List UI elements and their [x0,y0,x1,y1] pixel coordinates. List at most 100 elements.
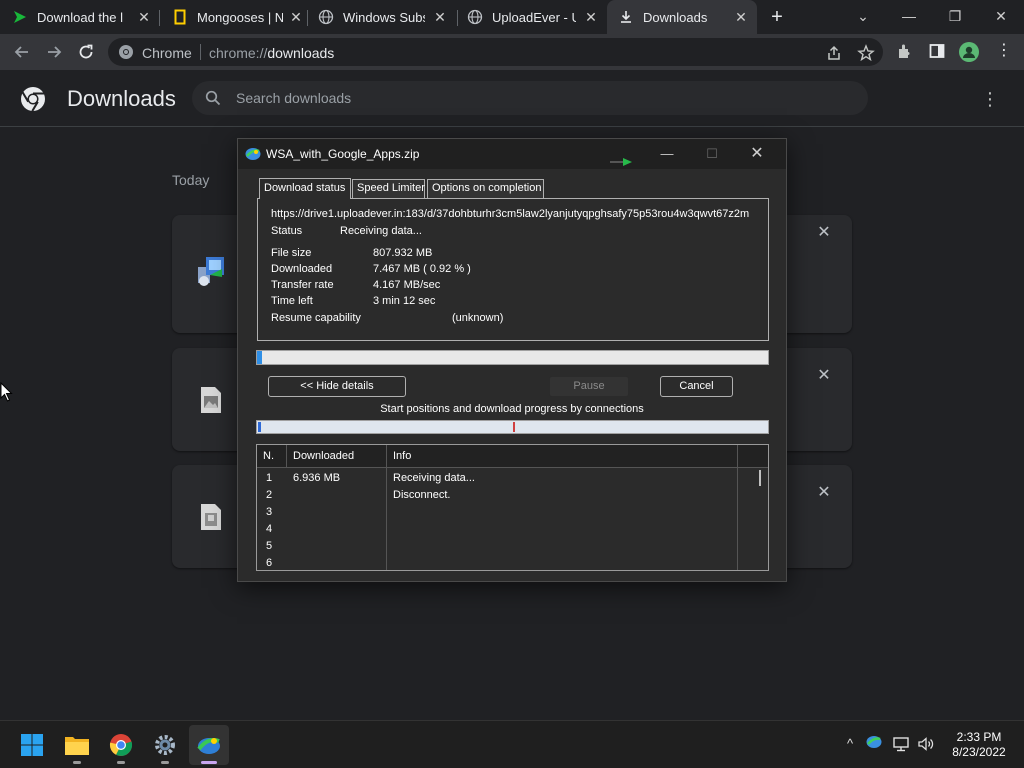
chrome-icon [118,44,134,60]
dialog-titlebar[interactable]: WSA_with_Google_Apps.zip — ☐ ✕ [238,139,786,169]
idm-download-dialog: WSA_with_Google_Apps.zip — ☐ ✕ Download … [237,138,787,582]
back-icon[interactable] [10,40,34,64]
remove-download-icon[interactable]: ✕ [816,225,832,241]
col-header-downloaded[interactable]: Downloaded [293,450,354,462]
taskbar-chrome[interactable] [101,725,141,765]
column-divider [286,445,287,468]
tab-speed-limiter[interactable]: Speed Limiter [352,179,425,198]
tab-download-status[interactable]: Download status [259,178,351,199]
connections-caption: Start positions and download progress by… [380,403,644,415]
download-status-panel: https://drive1.uploadever.in:183/d/37doh… [257,198,769,341]
tab-downloads[interactable]: Downloads ✕ [607,0,757,34]
reload-icon[interactable] [74,40,98,64]
globe-icon [467,9,483,25]
col-header-info[interactable]: Info [393,450,411,462]
profile-avatar[interactable] [959,42,979,62]
search-input[interactable] [236,89,836,107]
tab-separator [307,10,308,26]
table-scrollbar[interactable] [753,468,768,570]
start-button[interactable] [12,725,52,765]
extensions-icon[interactable] [896,42,916,62]
taskbar-idm[interactable] [189,725,229,765]
tab-separator [159,10,160,26]
table-row-number: 6 [266,557,273,569]
connection-1-progress [258,422,261,432]
running-indicator [201,761,217,764]
dialog-title: WSA_with_Google_Apps.zip [266,147,420,161]
tab-uploadever[interactable]: UploadEver - Upload ✕ [467,0,607,34]
table-row-number: 2 [266,489,273,501]
network-icon[interactable] [892,735,910,753]
time-left-value: 3 min 12 sec [373,295,436,307]
more-options-icon[interactable]: ⋮ [980,90,1000,110]
share-icon[interactable] [825,44,843,62]
folder-icon [65,737,89,755]
idm-logo-icon [245,147,261,161]
address-bar[interactable]: Chrome chrome://downloads [108,38,883,66]
tab-title: Downloads [643,9,708,25]
remove-download-icon[interactable]: ✕ [816,485,832,501]
volume-icon[interactable] [917,735,935,753]
archive-file-icon [200,503,222,531]
status-label: Status [271,225,303,237]
tray-overflow-chevron-icon[interactable]: ^ [841,735,859,753]
tab-strip: Download the latest ✕ Mongooses | Nation… [0,0,1024,34]
close-icon[interactable]: ✕ [583,9,599,25]
dialog-minimize-icon[interactable]: — [652,143,682,165]
url-text[interactable]: chrome://downloads [209,45,334,61]
close-icon[interactable]: ✕ [432,9,448,25]
tab-windows-subsystem[interactable]: Windows Subsystem ✕ [318,0,456,34]
running-indicator [73,761,81,764]
column-divider [737,445,738,570]
chrome-icon [109,734,133,756]
tab-title: UploadEver - Upload [492,9,576,25]
windows-logo-icon [21,734,43,756]
taskbar-settings[interactable] [145,725,185,765]
close-icon[interactable]: ✕ [288,9,304,25]
download-url: https://drive1.uploadever.in:183/d/37doh… [271,208,750,220]
dialog-maximize-icon: ☐ [706,146,718,161]
column-divider [386,445,387,570]
file-size-value: 807.932 MB [373,247,433,259]
search-icon [205,90,221,106]
tray-idm-icon[interactable] [865,735,883,753]
forward-icon[interactable] [42,40,66,64]
cancel-button[interactable]: Cancel [660,376,733,397]
close-icon[interactable]: ✕ [136,9,152,25]
time-left-label: Time left [271,295,313,307]
table-row-number: 1 [266,472,273,484]
dialog-close-icon[interactable]: ✕ [742,143,772,165]
close-icon[interactable]: ✕ [733,9,749,25]
tab-download-latest[interactable]: Download the latest ✕ [12,0,160,34]
col-header-number[interactable]: N. [263,450,274,462]
tab-options-on-completion[interactable]: Options on completion [427,179,544,198]
search-box[interactable] [192,81,868,115]
side-panel-icon[interactable] [928,42,948,62]
downloaded-value: 7.467 MB ( 0.92 % ) [373,263,471,275]
remove-download-icon[interactable]: ✕ [816,368,832,384]
pause-button[interactable]: Pause [549,376,629,397]
scrollbar-thumb[interactable] [759,470,761,486]
idm-arrow-icon [12,9,28,25]
tab-mongooses[interactable]: Mongooses | National Geographic ✕ [172,0,312,34]
transfer-rate-value: 4.167 MB/sec [373,279,441,291]
installer-file-icon [196,255,228,289]
close-window-icon[interactable]: ✕ [978,0,1024,34]
tab-title: Mongooses | National Geographic [197,9,283,25]
hide-details-button[interactable]: << Hide details [268,376,406,397]
taskbar-file-explorer[interactable] [57,725,97,765]
chrome-menu-icon[interactable]: ⋮ [994,42,1014,62]
tab-title: Windows Subsystem [343,9,425,25]
minimize-icon[interactable]: — [886,0,932,34]
resume-capability-label: Resume capability [271,312,361,324]
system-clock[interactable]: 2:33 PM 8/23/2022 [944,730,1014,760]
connections-table-header: N. Downloaded Info [257,445,768,468]
star-icon[interactable] [857,44,875,62]
running-indicator [161,761,169,764]
tab-search-chevron-icon[interactable]: ⌄ [840,0,886,34]
restore-icon[interactable]: ❐ [932,0,978,34]
new-tab-button[interactable]: + [766,6,788,28]
idm-logo-icon [197,738,220,754]
windows-taskbar: ^ 2:33 PM 8/23/2022 [0,720,1024,768]
connections-progress-bar [256,420,769,434]
